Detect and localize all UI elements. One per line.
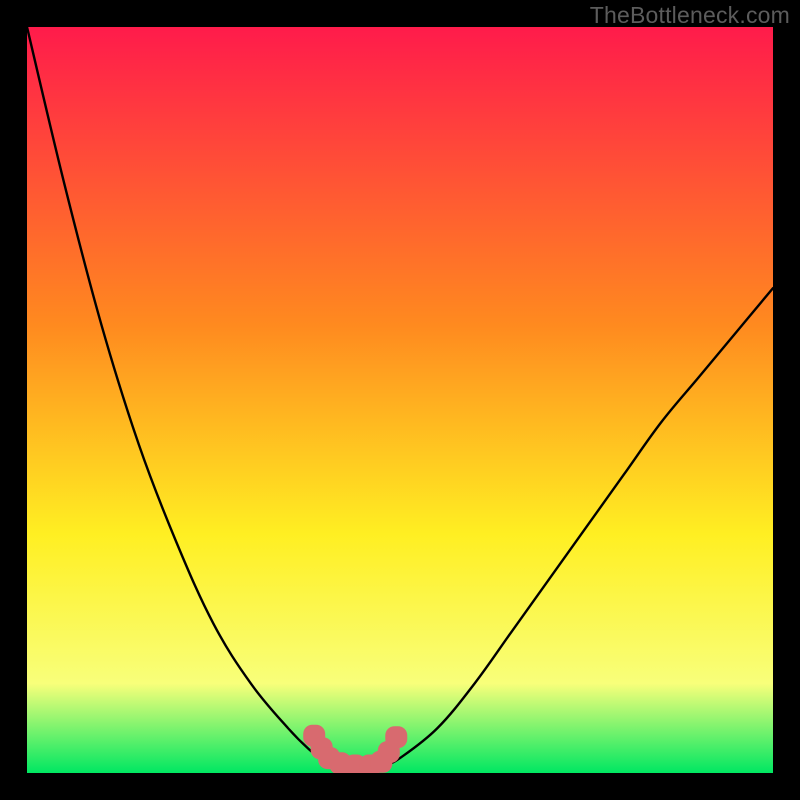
watermark-text: TheBottleneck.com [590, 2, 790, 29]
bottleneck-chart [27, 27, 773, 773]
gradient-background [27, 27, 773, 773]
valley-marker [385, 726, 407, 748]
outer-frame: TheBottleneck.com [0, 0, 800, 800]
